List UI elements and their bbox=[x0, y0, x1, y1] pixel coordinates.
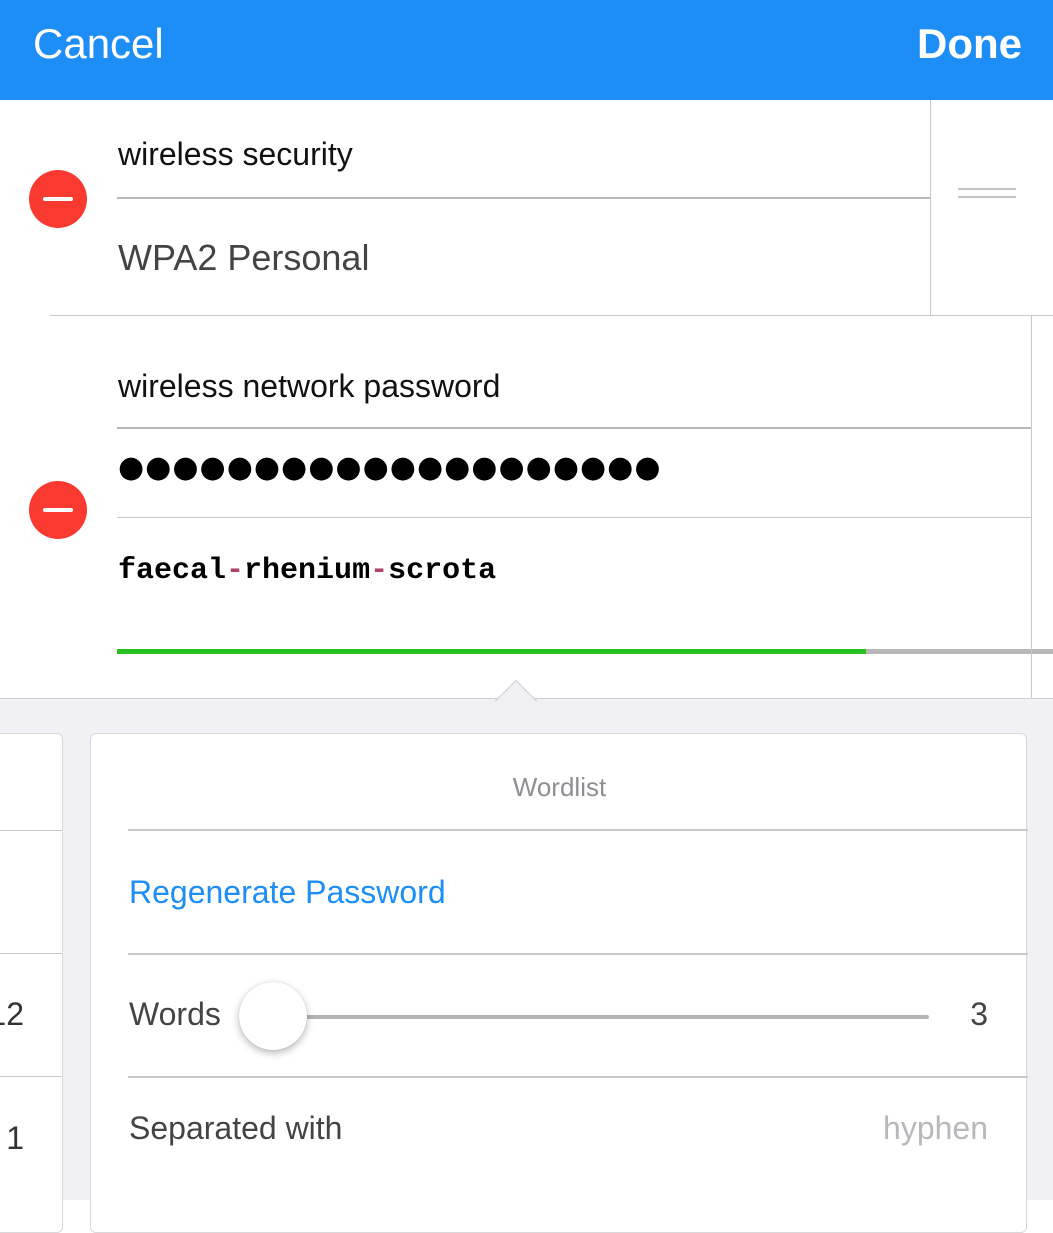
side-card[interactable]: 12 1 bbox=[0, 733, 63, 1233]
password-strength-meter bbox=[117, 649, 1053, 654]
field-label[interactable]: wireless network password bbox=[118, 368, 500, 405]
separator-label[interactable]: Separated with bbox=[129, 1110, 342, 1147]
password-word: faecal bbox=[118, 554, 227, 588]
generated-password-field[interactable]: faecal-rhenium-scrota bbox=[118, 554, 496, 588]
password-word: rhenium bbox=[244, 554, 371, 588]
divider bbox=[930, 100, 931, 316]
cancel-button[interactable]: Cancel bbox=[33, 20, 164, 68]
words-count: 3 bbox=[970, 996, 988, 1032]
separator-value[interactable]: hyphen bbox=[883, 1110, 988, 1147]
side-card-value: 1 bbox=[6, 1120, 24, 1156]
divider bbox=[128, 829, 1028, 831]
password-generator-panel: 12 1 Wordlist Regenerate Password Words … bbox=[0, 679, 1053, 1233]
field-label[interactable]: wireless security bbox=[118, 136, 353, 173]
password-separator: - bbox=[370, 554, 389, 588]
password-strength-fill bbox=[117, 649, 866, 654]
words-slider-thumb[interactable] bbox=[239, 982, 307, 1050]
reorder-handle-icon[interactable] bbox=[958, 188, 1016, 210]
field-wireless-security: wireless security WPA2 Personal bbox=[0, 100, 1053, 316]
navigation-bar: Cancel Done bbox=[0, 0, 1053, 100]
divider bbox=[0, 1076, 62, 1077]
divider bbox=[0, 830, 62, 831]
field-value[interactable]: WPA2 Personal bbox=[118, 237, 369, 279]
words-label: Words bbox=[129, 996, 221, 1032]
masked-password[interactable]: ●●●●●●●●●●●●●●●●●●●● bbox=[118, 450, 662, 485]
password-word: scrota bbox=[388, 554, 497, 588]
divider bbox=[128, 1076, 1028, 1078]
password-separator: - bbox=[226, 554, 245, 588]
field-wireless-password: wireless network password ●●●●●●●●●●●●●●… bbox=[0, 316, 1053, 698]
side-card-value: 12 bbox=[0, 996, 24, 1032]
words-slider-track[interactable] bbox=[259, 1015, 929, 1019]
regenerate-password-button[interactable]: Regenerate Password bbox=[129, 874, 446, 911]
divider bbox=[117, 517, 1032, 518]
delete-field-icon[interactable] bbox=[29, 481, 87, 539]
divider bbox=[117, 197, 930, 199]
card-title: Wordlist bbox=[512, 772, 607, 802]
delete-field-icon[interactable] bbox=[29, 170, 87, 228]
divider bbox=[0, 953, 62, 954]
done-button[interactable]: Done bbox=[917, 20, 1022, 68]
divider bbox=[117, 427, 1032, 429]
divider bbox=[128, 953, 1028, 955]
wordlist-card: Wordlist Regenerate Password Words 3 Sep… bbox=[90, 733, 1028, 1233]
divider bbox=[1031, 316, 1032, 698]
